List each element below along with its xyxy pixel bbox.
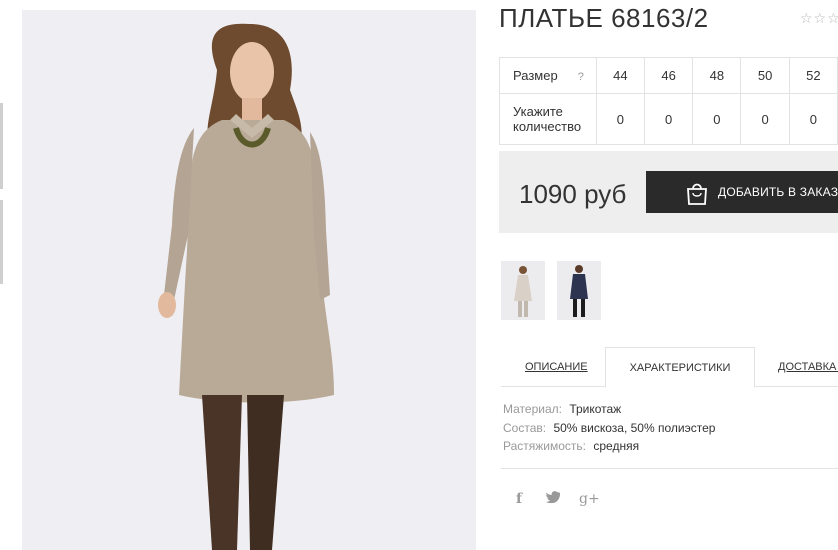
- tab-description[interactable]: ОПИСАНИЕ: [525, 347, 588, 387]
- spec-key: Материал:: [503, 402, 562, 416]
- edge-thumbnail-1[interactable]: [0, 103, 3, 189]
- qty-input-48[interactable]: 0: [692, 93, 742, 145]
- spec-row-material: Материал: Трикотаж: [503, 402, 715, 421]
- price-box: 1090 руб ДОБАВИТЬ В ЗАКАЗ: [499, 151, 838, 233]
- spec-value: средняя: [593, 439, 640, 453]
- price: 1090 руб: [519, 179, 627, 209]
- qty-input-44[interactable]: 0: [595, 93, 645, 145]
- spec-key: Растяжимость:: [503, 439, 587, 453]
- size-46: 46: [643, 57, 694, 94]
- google-plus-icon[interactable]: g+: [579, 491, 600, 507]
- spec-value: 50% вискоза, 50% полиэстер: [553, 420, 716, 435]
- add-to-order-label: ДОБАВИТЬ В ЗАКАЗ: [718, 185, 838, 199]
- thumbnail-beige-dress[interactable]: [501, 261, 545, 320]
- help-icon[interactable]: ?: [578, 71, 584, 83]
- qty-input-50[interactable]: 0: [740, 93, 790, 145]
- tab-characteristics[interactable]: ХАРАКТЕРИСТИКИ: [605, 347, 755, 388]
- quantity-label: Укажите количество: [499, 93, 597, 145]
- size-50: 50: [740, 57, 790, 94]
- qty-input-46[interactable]: 0: [643, 93, 694, 145]
- size-label: Размер: [513, 68, 558, 83]
- main-product-photo: [22, 10, 476, 550]
- twitter-bird-icon: [545, 491, 561, 504]
- qty-input-52[interactable]: 0: [788, 93, 838, 145]
- beige-dress-thumbnail-image: [514, 266, 532, 317]
- specifications: Материал: Трикотаж Состав: 50% вискоза, …: [503, 402, 715, 458]
- shopping-bag-icon: [687, 183, 707, 205]
- spec-row-stretch: Растяжимость: средняя: [503, 439, 715, 458]
- spec-value: Трикотаж: [569, 402, 622, 416]
- thumbnail-navy-dress[interactable]: [557, 261, 601, 320]
- size-table: Размер? 44 46 48 50 52 Укажите количеств…: [499, 57, 838, 145]
- edge-thumbnail-2[interactable]: [0, 200, 3, 284]
- spec-key: Состав:: [503, 420, 547, 435]
- product-title: ПЛАТЬЕ 68163/2: [499, 3, 709, 33]
- add-to-order-button[interactable]: ДОБАВИТЬ В ЗАКАЗ: [646, 171, 838, 213]
- twitter-icon[interactable]: [545, 491, 561, 507]
- size-52: 52: [788, 57, 838, 94]
- rating-stars[interactable]: ☆☆☆: [800, 10, 838, 27]
- model-in-beige-dress-image: [158, 23, 334, 550]
- navy-dress-thumbnail-image: [570, 265, 588, 317]
- size-44: 44: [595, 57, 645, 94]
- tab-delivery[interactable]: ДОСТАВКА И: [778, 347, 838, 387]
- size-label-cell: Размер?: [499, 57, 597, 94]
- social-divider: [501, 468, 838, 469]
- spec-row-composition: Состав: 50% вискоза, 50% полиэстер: [503, 421, 715, 440]
- facebook-icon[interactable]: f: [516, 491, 522, 507]
- size-48: 48: [692, 57, 742, 94]
